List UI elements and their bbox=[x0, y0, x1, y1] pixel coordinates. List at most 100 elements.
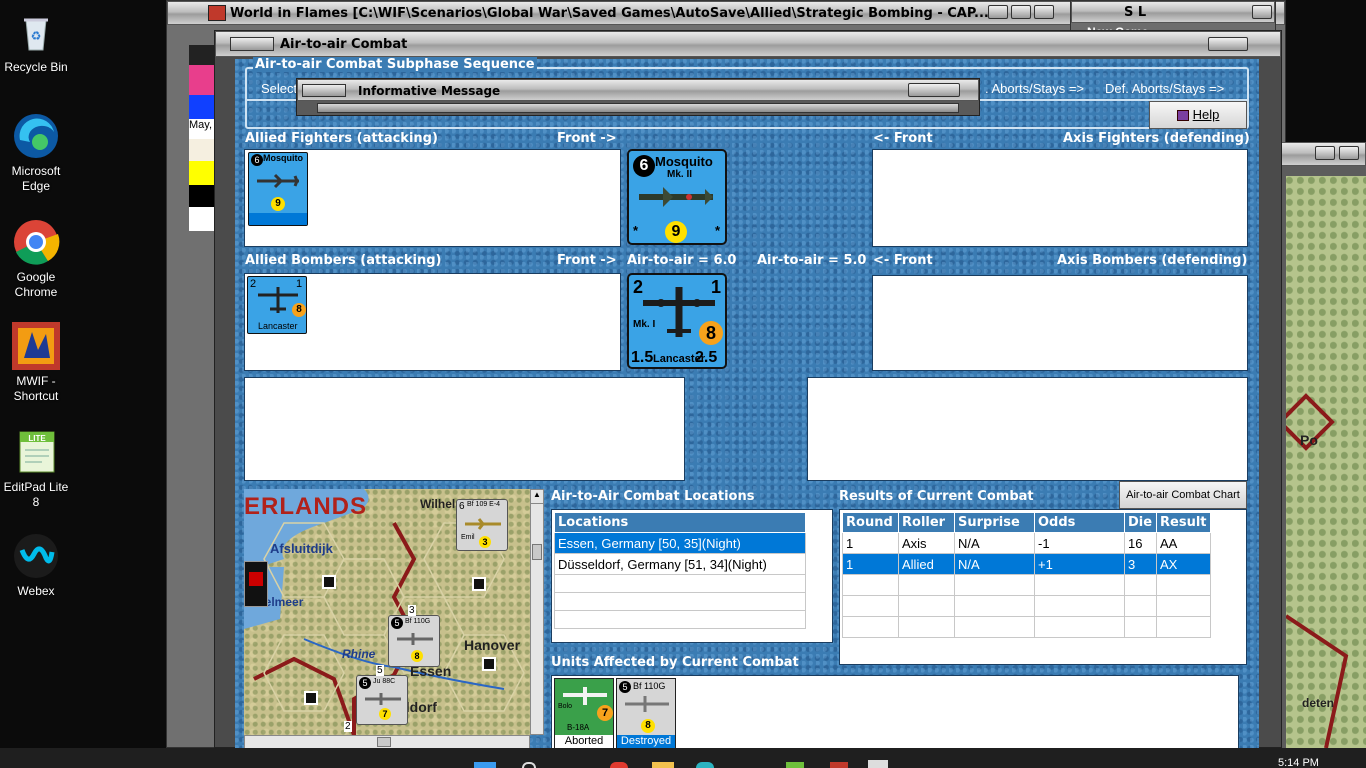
dialog-menu-icon[interactable] bbox=[230, 37, 274, 51]
result-cell: +1 bbox=[1034, 553, 1125, 575]
right-map-close[interactable] bbox=[1339, 146, 1359, 160]
app-icon-active[interactable] bbox=[868, 760, 888, 768]
sl-close-button[interactable] bbox=[1252, 5, 1272, 19]
col-roller[interactable]: Roller bbox=[898, 512, 955, 533]
close-button[interactable] bbox=[1034, 5, 1054, 19]
maximize-button[interactable] bbox=[1011, 5, 1031, 19]
col-odds[interactable]: Odds bbox=[1034, 512, 1125, 533]
map-horizontal-scrollbar[interactable] bbox=[244, 735, 530, 749]
mini-air-value: 6 bbox=[251, 154, 263, 166]
webex-shortcut[interactable]: Webex bbox=[0, 532, 72, 599]
right-map-titlebar[interactable] bbox=[1280, 142, 1366, 166]
map-unit-bf109[interactable]: 6 Bf 109 E-4 Emil 3 bbox=[456, 499, 508, 551]
search-icon[interactable] bbox=[522, 762, 536, 768]
affected-unit-bolo[interactable]: Bolo 7 B-18A Aborted bbox=[554, 678, 614, 749]
map-unit-bf110g[interactable]: 5 Bf 110G 8 bbox=[388, 615, 440, 667]
subphase-def-aborts[interactable]: Def. Aborts/Stays => bbox=[1105, 81, 1224, 96]
affected-unit-bf110g[interactable]: 5 Bf 110G 8 Destroyed bbox=[616, 678, 676, 749]
bf110-name: Bf 110G bbox=[405, 618, 431, 625]
mini-name: Mosquito bbox=[263, 153, 303, 163]
affected-units-box[interactable]: Bolo 7 B-18A Aborted 5 Bf 110G 8 Destroy… bbox=[551, 675, 1239, 749]
col-result[interactable]: Result bbox=[1156, 512, 1211, 533]
right-map[interactable]: Po deten bbox=[1286, 176, 1366, 748]
map-unit-dark[interactable] bbox=[244, 561, 268, 607]
map-vertical-scrollbar[interactable]: ▲ bbox=[530, 489, 544, 735]
subphase-att-aborts[interactable]: . Aborts/Stays => bbox=[985, 81, 1084, 96]
air-combat-dialog: Air-to-air Combat Air-to-air Combat Subp… bbox=[214, 30, 1282, 749]
city-marker bbox=[472, 577, 486, 591]
chrome-icon bbox=[12, 218, 60, 266]
location-cell: Essen, Germany [50, 35](Night) bbox=[554, 532, 806, 554]
mwif-shortcut[interactable]: MWIF - Shortcut bbox=[0, 322, 72, 404]
ju88-val: 7 bbox=[379, 708, 391, 720]
result-row[interactable]: 1 Allied N/A +1 3 AX bbox=[842, 553, 1211, 575]
axis-escort-box[interactable] bbox=[807, 377, 1248, 481]
allied-fighters-label: Allied Fighters (attacking) bbox=[245, 131, 438, 146]
book-icon bbox=[1176, 110, 1189, 122]
dialog-close-button[interactable] bbox=[1208, 37, 1248, 51]
bomber-counter-large[interactable]: 2 1 Mk. I 8 1.5 Lancaster 2.5 bbox=[627, 273, 727, 369]
chrome-shortcut[interactable]: Google Chrome bbox=[0, 218, 72, 300]
message-scroll-track[interactable] bbox=[317, 103, 959, 113]
allied-escort-box[interactable] bbox=[244, 377, 685, 481]
air-to-air-defender: Air-to-air = 5.0 bbox=[757, 253, 867, 268]
webex-label: Webex bbox=[17, 584, 55, 598]
combat-map[interactable]: ERLANDS Afsluitdijk Wilhel Rhine Essen H… bbox=[244, 489, 530, 735]
combat-chart-button[interactable]: Air-to-air Combat Chart bbox=[1119, 481, 1247, 509]
right-map-window: Po deten bbox=[1280, 142, 1366, 748]
recycle-bin-icon: ♻ bbox=[12, 8, 60, 56]
edge-shortcut[interactable]: Microsoft Edge bbox=[0, 112, 72, 194]
app-icon-red[interactable] bbox=[610, 762, 628, 768]
fighter-star-right: * bbox=[715, 223, 721, 238]
allied-fighters-front: Front -> bbox=[557, 131, 617, 146]
recycle-bin-shortcut[interactable]: ♻ Recycle Bin bbox=[0, 8, 72, 75]
dialog-body: Air-to-air Combat Subphase Sequence Sele… bbox=[235, 57, 1259, 749]
locations-list[interactable]: Locations Essen, Germany [50, 35](Night)… bbox=[551, 509, 833, 643]
fighter-mini-counter[interactable]: 6 Mosquito 9 bbox=[248, 152, 308, 226]
edge-label: Microsoft Edge bbox=[11, 164, 61, 193]
folder-icon[interactable] bbox=[652, 762, 674, 768]
start-icon[interactable] bbox=[474, 762, 496, 768]
col-round[interactable]: Round bbox=[842, 512, 899, 533]
message-titlebar[interactable]: Informative Message bbox=[297, 79, 979, 101]
help-button[interactable]: Help bbox=[1149, 101, 1247, 129]
right-map-min[interactable] bbox=[1315, 146, 1335, 160]
axis-bombers-box[interactable] bbox=[872, 275, 1248, 371]
mosquito-plane-icon bbox=[639, 187, 713, 207]
bf110-val: 8 bbox=[411, 650, 423, 662]
locations-title: Air-to-Air Combat Locations bbox=[551, 489, 755, 504]
dialog-titlebar[interactable]: Air-to-air Combat bbox=[215, 31, 1281, 57]
map-label-rhine: Rhine bbox=[342, 647, 376, 661]
allied-bombers-label: Allied Bombers (attacking) bbox=[245, 253, 442, 268]
allied-bombers-box[interactable]: 2 1 8 Lancaster bbox=[244, 273, 621, 371]
location-row-essen[interactable]: Essen, Germany [50, 35](Night) bbox=[554, 532, 806, 554]
axis-fighters-box[interactable] bbox=[872, 149, 1248, 247]
result-cell: Allied bbox=[898, 553, 955, 575]
location-row-dusseldorf[interactable]: Düsseldorf, Germany [51, 34](Night) bbox=[554, 553, 806, 575]
bomber-mini-counter[interactable]: 2 1 8 Lancaster bbox=[247, 276, 307, 334]
affected-bf110-name: Bf 110G bbox=[633, 681, 666, 691]
axis-fighters-front: <- Front bbox=[873, 131, 933, 146]
result-row[interactable]: 1 Axis N/A -1 16 AA bbox=[842, 532, 1211, 554]
right-map-label-deten: deten bbox=[1302, 696, 1335, 710]
sl-titlebar[interactable]: S L bbox=[1071, 1, 1275, 23]
bolo-type: B-18A bbox=[567, 723, 590, 732]
locations-header[interactable]: Locations bbox=[554, 512, 806, 533]
minimize-button[interactable] bbox=[988, 5, 1008, 19]
col-surprise[interactable]: Surprise bbox=[954, 512, 1035, 533]
fighter-counter-large[interactable]: 6 Mosquito Mk. II * * 9 bbox=[627, 149, 727, 245]
subphase-select[interactable]: Select bbox=[261, 81, 297, 96]
message-menu-icon[interactable] bbox=[302, 84, 346, 97]
editpad-shortcut[interactable]: LITE EditPad Lite 8 bbox=[0, 428, 72, 510]
col-die[interactable]: Die bbox=[1124, 512, 1157, 533]
map-unit-ju88c[interactable]: 5 Ju 88C 7 bbox=[356, 675, 408, 725]
phase-strip: May, bbox=[189, 45, 217, 231]
app-icon-green[interactable] bbox=[786, 762, 804, 768]
results-table-box[interactable]: Round Roller Surprise Odds Die Result 1 … bbox=[839, 509, 1247, 665]
message-close-button[interactable] bbox=[908, 83, 960, 97]
app-icon-teal[interactable] bbox=[696, 762, 714, 768]
app-icon-mwif[interactable] bbox=[830, 762, 848, 768]
allied-fighters-box[interactable]: 6 Mosquito 9 bbox=[244, 149, 621, 247]
clock[interactable]: 5:14 PM bbox=[1278, 758, 1319, 768]
result-cell: AX bbox=[1156, 553, 1211, 575]
